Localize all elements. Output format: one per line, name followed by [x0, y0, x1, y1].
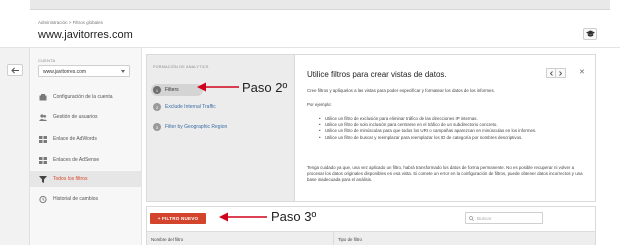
training-step-label: Filters: [165, 87, 179, 93]
sidebar-item-label: Todos los filtros: [53, 176, 88, 182]
training-step-label: Exclude Internal Traffic: [165, 104, 216, 110]
step3-annotation: Paso 3º: [271, 209, 317, 224]
sidebar-item-label: Historial de cambios: [53, 196, 99, 202]
step2-annotation: Paso 2º: [242, 80, 288, 95]
training-step-label: Filter by Geographic Region: [165, 124, 228, 130]
learning-center-button[interactable]: [583, 28, 597, 40]
step3-arrow: [219, 212, 267, 222]
search-input[interactable]: Buscar: [465, 212, 543, 224]
users-icon: [39, 113, 47, 121]
chevron-right-icon: [559, 70, 563, 76]
top-bar: [30, 0, 610, 10]
training-title: Utilice filtros para crear vistas de dat…: [307, 70, 447, 79]
back-button[interactable]: [7, 64, 23, 76]
breadcrumb[interactable]: Administración > Filtros globales: [38, 20, 103, 25]
account-select[interactable]: www.javitorres.com: [38, 65, 130, 77]
sidebar-item-label: Gestión de usuarios: [53, 114, 98, 120]
filter-list: + FILTRO NUEVO Buscar Nombre del filtro …: [146, 206, 596, 245]
sidebar-item-change-history[interactable]: Historial de cambios: [30, 191, 141, 207]
previous-button[interactable]: [546, 68, 556, 78]
training-step-geographic[interactable]: 3 Filter by Geographic Region: [153, 121, 227, 133]
sidebar-item-user-management[interactable]: Gestión de usuarios: [30, 109, 141, 125]
new-filter-button[interactable]: + FILTRO NUEVO: [150, 213, 206, 224]
training-warning: Tenga cuidado ya que, una vez aplicado u…: [307, 165, 583, 183]
search-icon: [469, 215, 474, 221]
history-icon: [39, 195, 47, 203]
admin-sidebar: CUENTA www.javitorres.com Configuración …: [30, 48, 142, 245]
search-placeholder: Buscar: [477, 215, 492, 221]
column-header-filter-name[interactable]: Nombre del filtro: [147, 231, 333, 245]
filter-icon: [39, 175, 47, 183]
building-icon: [39, 93, 47, 101]
step-number: 3: [153, 123, 161, 131]
grid-icon: [39, 135, 47, 143]
analytics-training-panel: FORMACIÓN DE ANALYTICS 1 Filters 2 Exclu…: [146, 54, 596, 202]
graduation-cap-icon: [585, 30, 595, 37]
sidebar-item-account-settings[interactable]: Configuración de la cuenta: [30, 89, 141, 105]
list-item: Utilice un filtro de buscar y reemplazar…: [319, 135, 587, 141]
training-intro: Cree filtros y aplíquelos a las vistas p…: [307, 88, 495, 93]
chevron-down-icon: [121, 70, 125, 73]
sidebar-item-label: Configuración de la cuenta: [53, 94, 113, 100]
sidebar-item-label: Enlace de AdWords: [53, 136, 97, 142]
account-label: CUENTA: [38, 58, 56, 63]
step2-arrow: [197, 82, 239, 92]
sidebar-item-adsense[interactable]: Enlaces de AdSense: [30, 152, 141, 168]
training-content: Utilice filtros para crear vistas de dat…: [307, 55, 595, 201]
training-step-exclude-internal[interactable]: 2 Exclude Internal Traffic: [153, 101, 216, 113]
step-number: 1: [153, 86, 161, 94]
sidebar-item-all-filters[interactable]: Todos los filtros: [30, 171, 141, 187]
training-pager: [546, 68, 566, 78]
account-select-value: www.javitorres.com: [43, 69, 87, 75]
sidebar-item-adwords[interactable]: Enlace de AdWords: [30, 131, 141, 147]
training-steps-list: FORMACIÓN DE ANALYTICS 1 Filters 2 Exclu…: [147, 55, 295, 201]
sidebar-item-label: Enlaces de AdSense: [53, 157, 100, 163]
training-example-label: Por ejemplo:: [307, 102, 332, 107]
grid-icon: [39, 156, 47, 164]
step-number: 2: [153, 103, 161, 111]
chevron-left-icon: [549, 70, 553, 76]
next-button[interactable]: [556, 68, 566, 78]
close-icon[interactable]: ✕: [579, 68, 585, 76]
page-title: www.javitorres.com: [38, 29, 133, 41]
training-section-title: FORMACIÓN DE ANALYTICS: [153, 65, 209, 69]
back-arrow-icon: [10, 67, 19, 73]
column-header-filter-type[interactable]: Tipo de filtro: [333, 231, 595, 245]
training-bullets: Utilice un filtro de exclusión para elim…: [319, 116, 587, 141]
left-gutter: [0, 48, 30, 245]
